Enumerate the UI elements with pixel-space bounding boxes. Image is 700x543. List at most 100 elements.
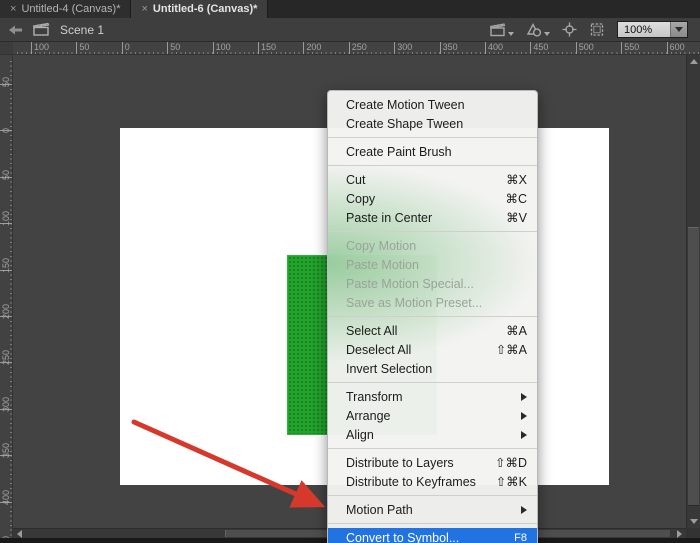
menu-item-label: Paste Motion: [346, 258, 527, 272]
ruler-tick-label: 500: [576, 42, 594, 55]
menu-item-create-motion-tween[interactable]: Create Motion Tween: [328, 95, 537, 114]
menu-item-shortcut: ⌘C: [505, 191, 527, 206]
back-arrow-icon[interactable]: [8, 24, 23, 36]
document-tab-1[interactable]: × Untitled-4 (Canvas)*: [0, 0, 131, 18]
menu-item-distribute-to-keyframes[interactable]: Distribute to Keyframes⇧⌘K: [328, 472, 537, 491]
scrollbar-corner: [686, 528, 700, 538]
scroll-right-button[interactable]: [677, 529, 682, 538]
ruler-tick-label: 600: [667, 42, 685, 55]
menu-item-label: Deselect All: [346, 343, 484, 357]
ruler-tick-label: 0: [122, 42, 130, 55]
menu-item-deselect-all[interactable]: Deselect All ⇧⌘A: [328, 340, 537, 359]
menu-item-shortcut: ⇧⌘A: [496, 342, 527, 357]
menu-item-label: Select All: [346, 324, 494, 338]
menu-item-copy[interactable]: Copy ⌘C: [328, 189, 537, 208]
menu-item-cut[interactable]: Cut ⌘X: [328, 170, 537, 189]
ruler-tick-label: 350: [440, 42, 458, 55]
edit-scene-button[interactable]: [490, 23, 514, 37]
ruler-tick-label: 400: [485, 42, 503, 55]
zoom-level-value[interactable]: 100%: [618, 22, 670, 37]
menu-item-save-as-motion-preset: Save as Motion Preset...: [328, 293, 537, 312]
menu-item-copy-motion: Copy Motion: [328, 236, 537, 255]
menu-item-paste-motion-special: Paste Motion Special...: [328, 274, 537, 293]
ruler-tick-label: 250: [349, 42, 367, 55]
menu-separator: [328, 165, 537, 166]
scroll-down-button[interactable]: [687, 519, 700, 524]
menu-item-align[interactable]: Align: [328, 425, 537, 444]
ruler-corner: [0, 42, 13, 55]
tab-label: Untitled-4 (Canvas)*: [21, 3, 120, 15]
zoom-level-dropdown[interactable]: 100%: [617, 21, 688, 38]
menu-item-label: Cut: [346, 173, 494, 187]
menu-item-convert-to-symbol[interactable]: Convert to Symbol...F8: [328, 528, 537, 543]
ruler-tick-label: 50: [167, 42, 180, 55]
ruler-tick-label: 250: [0, 362, 13, 363]
menu-item-label: Arrange: [346, 409, 509, 423]
menu-item-create-paint-brush[interactable]: Create Paint Brush: [328, 142, 537, 161]
menu-item-label: Copy Motion: [346, 239, 527, 253]
animate-app-window: × Untitled-4 (Canvas)* × Untitled-6 (Canvas…: [0, 0, 700, 543]
clip-content-bounds-icon[interactable]: [589, 22, 605, 37]
horizontal-ruler: 1005005010015020025030035040045050055060…: [13, 42, 700, 55]
menu-item-create-shape-tween[interactable]: Create Shape Tween: [328, 114, 537, 133]
chevron-down-icon: [508, 32, 514, 36]
menu-separator: [328, 231, 537, 232]
menu-item-label: Invert Selection: [346, 362, 527, 376]
ruler-tick-label: 50: [76, 42, 89, 55]
menu-item-label: Copy: [346, 192, 493, 206]
close-icon[interactable]: ×: [141, 3, 147, 15]
ruler-tick-label: 200: [303, 42, 321, 55]
scene-breadcrumb[interactable]: Scene 1: [60, 23, 104, 37]
edit-symbols-button[interactable]: [526, 23, 550, 37]
close-icon[interactable]: ×: [10, 3, 16, 15]
tab-label: Untitled-6 (Canvas)*: [153, 3, 258, 15]
menu-item-shortcut: ⇧⌘D: [495, 455, 527, 470]
edit-bar: Scene 1: [0, 18, 700, 42]
menu-item-invert-selection[interactable]: Invert Selection: [328, 359, 537, 378]
menu-item-label: Save as Motion Preset...: [346, 296, 527, 310]
menu-item-shortcut: ⇧⌘K: [496, 474, 527, 489]
ruler-tick-label: 100: [0, 223, 13, 224]
document-tab-2[interactable]: × Untitled-6 (Canvas)*: [131, 0, 268, 18]
ruler-tick-label: 50: [0, 84, 13, 85]
menu-item-transform[interactable]: Transform: [328, 387, 537, 406]
menu-item-shortcut: ⌘V: [506, 210, 527, 225]
menu-item-shortcut: F8: [514, 532, 527, 543]
context-menu: Create Motion Tween Create Shape Tween Cre…: [327, 90, 538, 543]
vertical-ruler: 50050100150200250300350400450: [0, 55, 13, 538]
ruler-tick-label: 150: [0, 270, 13, 271]
menu-item-shortcut: ⌘X: [506, 172, 527, 187]
ruler-tick-label: 300: [394, 42, 412, 55]
menu-item-label: Transform: [346, 390, 509, 404]
scroll-left-button[interactable]: [17, 529, 22, 538]
submenu-arrow-icon: [521, 412, 527, 420]
menu-separator: [328, 523, 537, 524]
vertical-scrollbar[interactable]: [686, 55, 700, 528]
menu-item-arrange[interactable]: Arrange: [328, 406, 537, 425]
scene-clapboard-icon: [33, 23, 50, 36]
center-frame-icon[interactable]: [562, 22, 577, 37]
menu-item-select-all[interactable]: Select All⌘A: [328, 321, 537, 340]
menu-item-distribute-to-layers[interactable]: Distribute to Layers ⇧⌘D: [328, 453, 537, 472]
ruler-tick-label: 100: [213, 42, 231, 55]
zoom-dropdown-button[interactable]: [670, 22, 687, 37]
ruler-tick-label: 550: [621, 42, 639, 55]
submenu-arrow-icon: [521, 393, 527, 401]
menu-item-label: Distribute to Layers: [346, 456, 483, 470]
menu-separator: [328, 495, 537, 496]
ruler-tick-label: 100: [31, 42, 49, 55]
menu-separator: [328, 316, 537, 317]
scroll-up-button[interactable]: [687, 59, 700, 64]
menu-item-motion-path[interactable]: Motion Path: [328, 500, 537, 519]
vertical-scroll-thumb[interactable]: [688, 227, 699, 506]
menu-item-label: Create Shape Tween: [346, 117, 527, 131]
menu-item-paste-motion: Paste Motion: [328, 255, 537, 274]
menu-item-paste-in-center[interactable]: Paste in Center ⌘V: [328, 208, 537, 227]
submenu-arrow-icon: [521, 431, 527, 439]
menu-item-label: Paste in Center: [346, 211, 494, 225]
ruler-tick-label: 300: [0, 409, 13, 410]
menu-item-label: Align: [346, 428, 509, 442]
menu-separator: [328, 448, 537, 449]
menu-item-label: Create Paint Brush: [346, 145, 527, 159]
menu-item-label: Create Motion Tween: [346, 98, 527, 112]
